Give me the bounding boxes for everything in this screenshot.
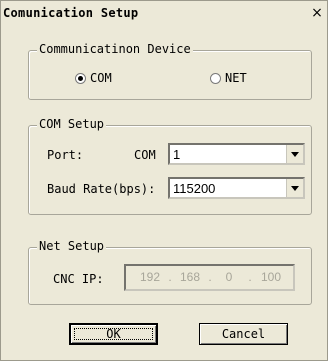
title-bar[interactable]: Comunication Setup × [1, 1, 327, 25]
baud-rate-label: Baud Rate(bps): [47, 182, 156, 196]
chevron-down-icon [291, 151, 299, 157]
communication-device-group: Communicatinon Device COM NET [28, 42, 312, 100]
ip-octet-1: 192 [139, 270, 161, 284]
focus-rectangle [74, 328, 153, 340]
radio-net[interactable]: NET [210, 71, 247, 85]
radio-net-indicator[interactable] [210, 72, 221, 84]
communication-device-group-title: Communicatinon Device [37, 42, 193, 56]
ip-octet-2: 168 [179, 270, 201, 284]
ok-button[interactable]: OK [69, 323, 158, 345]
chevron-down-icon [291, 185, 299, 191]
com-setup-group: COM Setup Port: COM 1 Baud Rate(bps): 11… [28, 117, 312, 215]
port-prefix: COM [134, 148, 156, 162]
window-title: Comunication Setup [3, 6, 139, 20]
cnc-ip-label: CNC IP: [53, 272, 104, 286]
cancel-button[interactable]: Cancel [199, 323, 288, 345]
net-setup-group-title: Net Setup [37, 239, 107, 253]
port-select-value: 1 [173, 147, 181, 162]
ip-octet-4: 100 [260, 270, 282, 284]
port-select[interactable]: 1 [168, 143, 305, 165]
radio-com[interactable]: COM [75, 71, 112, 85]
baud-rate-select[interactable]: 115200 [168, 177, 305, 199]
radio-com-indicator[interactable] [75, 72, 86, 84]
net-setup-group: Net Setup CNC IP: 192 . 168 . 0 . 100 [28, 239, 312, 305]
communication-setup-dialog: Comunication Setup × Communicatinon Devi… [0, 0, 328, 361]
baud-rate-select-value: 115200 [173, 181, 216, 196]
ip-separator-3: . [248, 270, 252, 284]
baud-rate-dropdown-button[interactable] [286, 179, 303, 197]
radio-net-label: NET [225, 71, 247, 85]
cnc-ip-input[interactable]: 192 . 168 . 0 . 100 [124, 264, 295, 291]
cancel-button-label: Cancel [221, 327, 266, 341]
ip-separator-1: . [168, 270, 172, 284]
radio-com-label: COM [90, 71, 112, 85]
ip-separator-2: . [208, 270, 212, 284]
port-dropdown-button[interactable] [286, 145, 303, 163]
port-label: Port: [47, 148, 84, 162]
close-icon[interactable]: × [310, 6, 324, 20]
ip-octet-3: 0 [225, 270, 233, 284]
com-setup-group-title: COM Setup [37, 117, 107, 131]
